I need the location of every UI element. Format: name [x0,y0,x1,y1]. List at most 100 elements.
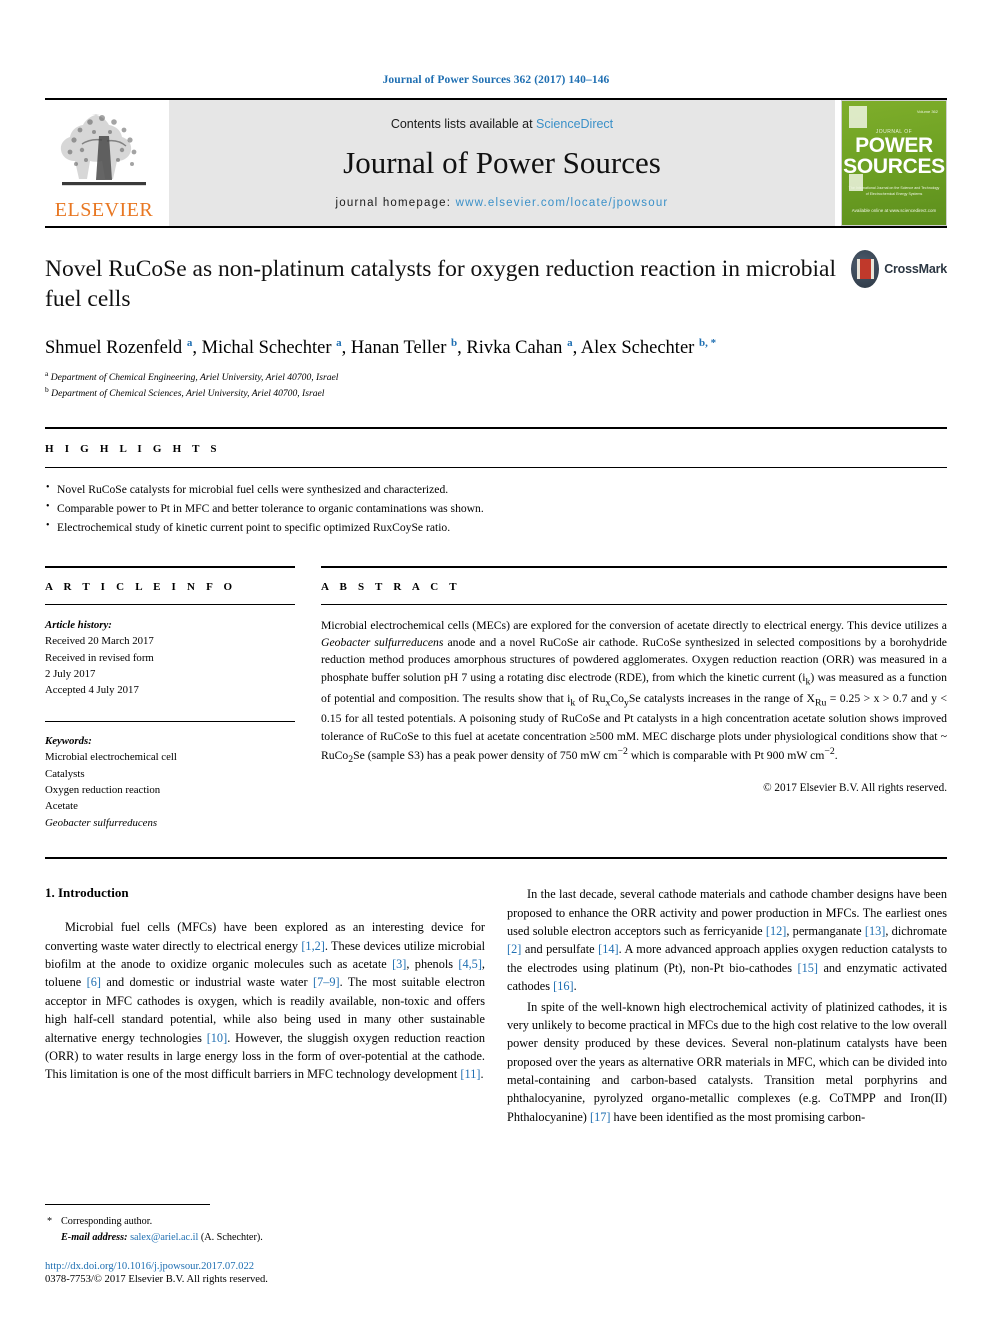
body-columns: 1. Introduction Microbial fuel cells (MF… [45,885,947,1128]
body-paragraph: In the last decade, several cathode mate… [507,887,947,994]
citation-link[interactable]: [12] [766,924,787,938]
affiliation-mark: a [45,369,49,379]
journal-cover-image: Volume 362 JOURNAL OF POWER SOURCES The … [841,100,947,226]
elsevier-logo: ELSEVIER [45,100,163,226]
author-name: Hanan Teller [350,338,451,359]
elsevier-tree-icon [60,114,146,186]
doi-link[interactable]: http://dx.doi.org/10.1016/j.jpowsour.201… [45,1261,485,1272]
keywords-label: Keywords: [45,734,92,747]
corresponding-author-text: Corresponding author. [61,1216,153,1228]
sciencedirect-link[interactable]: ScienceDirect [536,117,613,131]
cover-bottom-text: Available online at www.sciencedirect.co… [851,207,937,213]
email-link[interactable]: salex@ariel.ac.il [130,1232,198,1243]
left-column-paragraphs: Microbial fuel cells (MFCs) have been ex… [45,918,485,1083]
author-affiliation-mark: a [567,337,573,350]
page-title: Novel RuCoSe as non-platinum catalysts f… [45,256,836,313]
affiliation-item: a Department of Chemical Engineering, Ar… [45,369,339,384]
cover-title: POWER SOURCES [842,135,946,178]
article-info-panel: A R T I C L E I N F O Article history: R… [45,565,295,831]
citation-link[interactable]: [10] [207,1031,228,1045]
elsevier-wordmark: ELSEVIER [54,199,154,221]
cover-title-line1: POWER [855,134,933,157]
homepage-url[interactable]: www.elsevier.com/locate/jpowsour [456,197,669,209]
abstract-text: Microbial electrochemical cells (MECs) a… [321,618,947,766]
citation-link[interactable]: [13] [865,924,886,938]
author-affiliation-mark: b, * [698,337,717,350]
abstract-copyright: © 2017 Elsevier B.V. All rights reserved… [763,781,947,794]
citation-link[interactable]: [7–9] [313,975,340,989]
highlights-section: H I G H L I G H T S Novel RuCoSe catalys… [45,427,947,537]
cover-issn: Volume 362 [916,109,938,114]
highlights-list: Novel RuCoSe catalysts for microbial fue… [45,467,947,537]
citation-link[interactable]: [3] [392,957,406,971]
cover-publisher-mark [849,106,867,128]
corresponding-author-line: * Corresponding author. [45,1214,485,1229]
keywords-block: Keywords: Microbial electrochemical cell… [45,720,295,831]
email-suffix: (A. Schechter). [198,1231,263,1243]
citation-link[interactable]: [1,2] [301,939,325,953]
issn-copyright-line: 0378-7753/© 2017 Elsevier B.V. All right… [45,1274,268,1285]
abstract-body: Microbial electrochemical cells (MECs) a… [321,603,947,794]
citation-link[interactable]: [15] [798,961,819,975]
author-name: Rivka Cahan [466,338,568,359]
citation-link[interactable]: [14] [598,942,619,956]
article-history-item: 2 July 2017 [45,668,96,681]
title-block: CrossMark Novel RuCoSe as non-platinum c… [45,228,947,401]
journal-title: Journal of Power Sources [343,145,661,180]
email-line: E-mail address: salex@ariel.ac.il (A. Sc… [45,1230,485,1245]
affiliation-item: b Department of Chemical Sciences, Ariel… [45,385,325,400]
citation-link[interactable]: [17] [590,1110,611,1124]
citation-link[interactable]: [11] [460,1067,480,1081]
keyword-item: Geobacter sulfurreducens [45,816,158,829]
email-label: E-mail address: [61,1231,128,1243]
homepage-prefix: journal homepage: [335,197,456,209]
journal-homepage-line: journal homepage: www.elsevier.com/locat… [336,197,669,209]
keyword-item: Acetate [45,800,78,813]
citation-link[interactable]: [2] [507,942,521,956]
keyword-item: Oxygen reduction reaction [45,784,161,797]
author-affiliation-mark: a [186,337,193,350]
author-name: Michal Schechter [201,338,337,359]
body-paragraph: Microbial fuel cells (MFCs) have been ex… [45,920,485,1082]
introduction-title: Introduction [58,885,129,901]
article-info-body: Article history: Received 20 March 2017 R… [45,603,295,831]
affiliation-mark: b [45,385,49,395]
abstract-heading: A B S T R A C T [321,565,947,604]
citation-link[interactable]: [16] [553,979,574,993]
keywords-list: Microbial electrochemical cell Catalysts O… [45,749,295,831]
abstract-panel: A B S T R A C T Microbial electrochemica… [321,565,947,831]
running-head: Journal of Power Sources 362 (2017) 140–… [382,74,610,86]
highlight-item: Novel RuCoSe catalysts for microbial fue… [45,480,947,500]
highlight-item: Comparable power to Pt in MFC and better… [45,499,947,519]
article-history-item: Accepted 4 July 2017 [45,684,139,697]
footnote-rule [45,1204,210,1206]
crossmark-label: CrossMark [884,262,947,276]
body-paragraph: In spite of the well-known high electroc… [507,999,947,1124]
abstract-species-name: Geobacter sulfurreducens [321,636,444,650]
citation-link[interactable]: [6] [87,975,101,989]
highlights-heading: H I G H L I G H T S [45,443,221,456]
keyword-item: Microbial electrochemical cell [45,751,177,764]
footnote-area: * Corresponding author. E-mail address: … [45,1204,485,1285]
introduction-number: 1. [45,885,55,901]
highlight-item: Electrochemical study of kinetic current… [45,518,947,538]
right-column: In the last decade, several cathode mate… [507,885,947,1128]
left-column: 1. Introduction Microbial fuel cells (MF… [45,885,485,1128]
column-gap [295,566,321,831]
contents-available-line: Contents lists available at ScienceDirec… [391,117,613,131]
journal-masthead: ELSEVIER Contents lists available at Sci… [45,98,947,226]
author-affiliation-mark: a [336,337,342,350]
introduction-heading: 1. Introduction [45,885,485,901]
article-history-label: Article history: [45,618,112,631]
body-column-gap [485,885,507,1128]
citation-link[interactable]: [4,5] [458,957,482,971]
abstract-bottom-rule [45,857,947,860]
article-history-item: Received 20 March 2017 [45,635,154,648]
article-page: Journal of Power Sources 362 (2017) 140–… [0,0,992,1323]
right-column-paragraphs: In the last decade, several cathode mate… [507,885,947,1126]
author-list: Shmuel Rozenfeld a, Michal Schechter a, … [45,337,717,359]
keyword-item: Catalysts [45,767,85,780]
footnote-star-icon: * [47,1216,53,1228]
cover-publisher-mark-2 [849,174,863,191]
crossmark-badge[interactable]: CrossMark [851,246,947,292]
